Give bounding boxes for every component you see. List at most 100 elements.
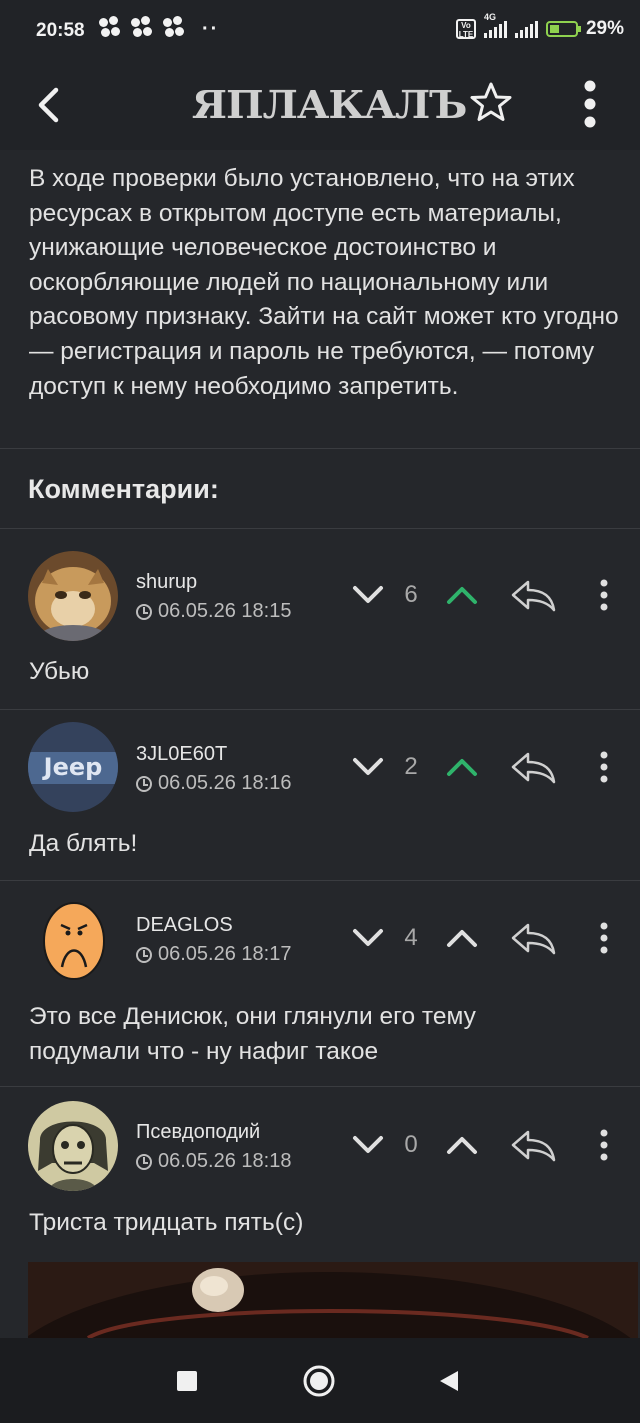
chevron-down-icon xyxy=(353,758,383,775)
upvote-button[interactable] xyxy=(442,918,482,958)
signal-icon-2 xyxy=(514,20,538,38)
reply-button[interactable] xyxy=(508,918,558,958)
avatar[interactable] xyxy=(28,1101,118,1191)
battery-icon xyxy=(545,21,581,37)
comment-date: 06.05.26 18:17 xyxy=(136,943,291,966)
comment-score: 6 xyxy=(404,581,418,608)
comment-date-text: 06.05.26 18:17 xyxy=(158,943,292,965)
comment-date: 06.05.26 18:18 xyxy=(136,1150,291,1173)
reply-icon xyxy=(511,923,556,955)
comment-text: Это все Денисюк, они глянули его тему по… xyxy=(29,1003,476,1065)
reply-button[interactable] xyxy=(508,1125,558,1165)
circle-home-icon xyxy=(303,1365,335,1397)
network-indicator: 4G xyxy=(483,12,507,38)
comment-date-text: 06.05.26 18:18 xyxy=(158,1150,292,1172)
comment-username[interactable]: 3JL0E60T xyxy=(136,743,227,766)
comment-menu-button[interactable] xyxy=(590,1125,618,1165)
notification-icons xyxy=(98,16,184,38)
status-bar: 20:58 ·· Vo LTE 4G 29% xyxy=(0,0,640,62)
avatar[interactable] xyxy=(28,551,118,641)
comment-date: 06.05.26 18:15 xyxy=(136,600,291,623)
comments-title: Комментарии: xyxy=(28,474,219,504)
status-right: Vo LTE 4G 29% xyxy=(455,12,624,40)
chevron-up-icon xyxy=(447,759,477,776)
comment-item: shurup 06.05.26 18:15 6 Убью xyxy=(0,529,640,710)
battery-percent: 29% xyxy=(585,18,624,39)
reply-icon xyxy=(511,752,556,784)
vertical-dots-icon xyxy=(600,751,608,783)
comment-text: Убью xyxy=(29,658,90,685)
comment-username[interactable]: shurup xyxy=(136,571,197,594)
portrait-avatar-icon xyxy=(28,1101,118,1191)
favorite-button[interactable] xyxy=(466,78,516,128)
app-bar: ЯПЛАКАЛЪ xyxy=(0,62,640,150)
signal-icon xyxy=(483,20,507,38)
avatar[interactable] xyxy=(28,895,118,985)
chevron-up-icon xyxy=(447,587,477,604)
comment-menu-button[interactable] xyxy=(590,918,618,958)
comments-header: Комментарии: xyxy=(0,450,640,529)
angry-face-avatar-icon xyxy=(28,895,118,985)
downvote-button[interactable] xyxy=(348,575,388,615)
vertical-dots-icon xyxy=(584,80,596,128)
upvote-button[interactable] xyxy=(442,747,482,787)
comment-image[interactable] xyxy=(28,1262,638,1338)
clock-icon xyxy=(136,775,152,792)
jeep-avatar-icon: Jeep xyxy=(28,722,118,812)
home-button[interactable] xyxy=(300,1362,338,1400)
reply-icon xyxy=(511,580,556,612)
site-logo[interactable]: ЯПЛАКАЛЪ xyxy=(192,82,468,130)
overflow-menu-button[interactable] xyxy=(572,76,608,132)
comment-menu-button[interactable] xyxy=(590,747,618,787)
downvote-button[interactable] xyxy=(348,747,388,787)
chevron-up-icon xyxy=(447,1137,477,1154)
avatar[interactable]: Jeep xyxy=(28,722,118,812)
upvote-button[interactable] xyxy=(442,1125,482,1165)
downvote-button[interactable] xyxy=(348,1125,388,1165)
comment-date: 06.05.26 18:16 xyxy=(136,772,291,795)
recents-button[interactable] xyxy=(170,1364,204,1398)
network-type: 4G xyxy=(483,12,496,22)
article-body: В ходе проверки было установлено, что на… xyxy=(0,150,640,449)
clock-icon xyxy=(136,946,152,963)
vertical-dots-icon xyxy=(600,922,608,954)
vertical-dots-icon xyxy=(600,1129,608,1161)
reply-button[interactable] xyxy=(508,747,558,787)
comment-score: 4 xyxy=(404,924,418,951)
downvote-button[interactable] xyxy=(348,918,388,958)
more-notifications-indicator: ·· xyxy=(202,18,220,40)
article-text: В ходе проверки было установлено, что на… xyxy=(29,165,619,400)
comment-date-text: 06.05.26 18:15 xyxy=(158,600,292,622)
star-outline-icon xyxy=(470,82,512,121)
back-nav-button[interactable] xyxy=(432,1364,466,1398)
comment-username[interactable]: DEAGLOS xyxy=(136,914,233,937)
photo-icon xyxy=(28,1262,638,1338)
comment-menu-button[interactable] xyxy=(590,575,618,615)
triangle-back-icon xyxy=(440,1371,458,1391)
comment-username[interactable]: Псевдоподий xyxy=(136,1121,260,1144)
clock-icon xyxy=(136,603,152,620)
notification-icon xyxy=(162,16,184,38)
volte-icon: Vo LTE xyxy=(455,19,476,39)
comment-item: DEAGLOS 06.05.26 18:17 4 Это все Денисюк… xyxy=(0,881,640,1087)
notification-icon xyxy=(98,16,120,38)
notification-icon xyxy=(130,16,152,38)
cat-avatar-icon xyxy=(28,551,118,641)
comment-date-text: 06.05.26 18:16 xyxy=(158,772,292,794)
system-nav-bar xyxy=(0,1338,640,1423)
vertical-dots-icon xyxy=(600,579,608,611)
square-icon xyxy=(177,1371,197,1391)
chevron-down-icon xyxy=(353,929,383,946)
comment-item: Псевдоподий 06.05.26 18:18 0 Триста трид… xyxy=(0,1087,640,1262)
chevron-up-icon xyxy=(447,930,477,947)
chevron-down-icon xyxy=(353,586,383,603)
comment-score: 2 xyxy=(404,753,418,780)
back-button[interactable] xyxy=(30,80,74,130)
upvote-button[interactable] xyxy=(442,575,482,615)
reply-icon xyxy=(511,1130,556,1162)
comment-score: 0 xyxy=(404,1131,418,1158)
reply-button[interactable] xyxy=(508,575,558,615)
comment-text: Да блять! xyxy=(29,830,138,857)
comment-text: Триста тридцать пять(с) xyxy=(29,1209,304,1236)
svg-text:Jeep: Jeep xyxy=(42,753,103,781)
